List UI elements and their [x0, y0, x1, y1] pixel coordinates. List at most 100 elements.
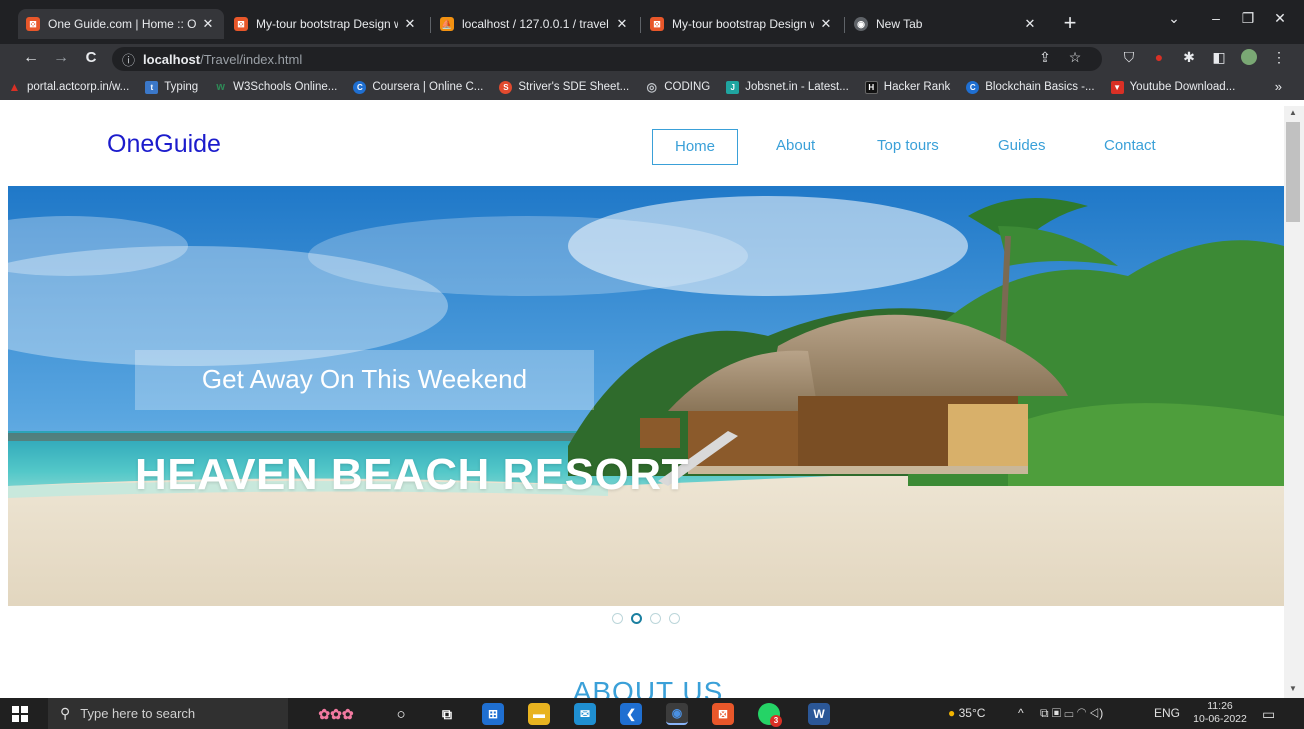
- site-info-icon[interactable]: ⓘ: [122, 50, 135, 69]
- chrome-taskbar-icon[interactable]: ◉: [666, 703, 688, 725]
- bookmark-jobsnet[interactable]: J Jobsnet.in - Latest...: [726, 80, 849, 94]
- bookmark-typing[interactable]: t Typing: [145, 80, 198, 94]
- extensions-puzzle-icon[interactable]: ✱: [1178, 49, 1200, 66]
- task-view-icon[interactable]: ⧉: [436, 703, 458, 725]
- address-bar[interactable]: ⓘ localhost /Travel/index.html: [112, 47, 1102, 71]
- microsoft-store-icon[interactable]: ⊞: [482, 703, 504, 725]
- tab-close-icon[interactable]: ✕: [200, 16, 216, 32]
- mytour-favicon-icon: ⊠: [234, 17, 248, 31]
- page-viewport: OneGuide Home About Top tours Guides Con…: [0, 106, 1284, 698]
- maximize-button[interactable]: ❐: [1234, 10, 1262, 27]
- mail-icon[interactable]: ✉: [574, 703, 596, 725]
- tab-search-icon[interactable]: ⌄: [1160, 10, 1188, 27]
- actcorp-icon: ▲: [8, 80, 21, 94]
- tab-oneguide[interactable]: ⊠ One Guide.com | Home :: On ✕: [18, 9, 224, 39]
- hackerrank-icon: H: [864, 80, 878, 94]
- oneguide-favicon-icon: ⊠: [26, 17, 40, 31]
- nav-about[interactable]: About: [776, 129, 815, 165]
- bookmark-striver[interactable]: S Striver's SDE Sheet...: [499, 80, 630, 94]
- extension-red-icon[interactable]: ●: [1148, 49, 1170, 65]
- tab-separator: [430, 17, 431, 33]
- nav-home[interactable]: Home: [652, 129, 739, 165]
- globe-icon: ◎: [646, 80, 657, 94]
- nav-top-tours[interactable]: Top tours: [877, 129, 939, 165]
- forward-button[interactable]: →: [50, 49, 72, 67]
- bookmarks-overflow-button[interactable]: »: [1275, 79, 1282, 94]
- carousel-dot-2[interactable]: [631, 613, 642, 624]
- tab-title: New Tab: [876, 17, 923, 31]
- bookmark-hackerrank[interactable]: H Hacker Rank: [864, 80, 951, 94]
- notifications-icon[interactable]: ▭: [1262, 706, 1275, 723]
- file-explorer-icon[interactable]: ▬: [528, 703, 550, 725]
- input-language[interactable]: ENG: [1154, 706, 1180, 720]
- tab-new-tab[interactable]: ◉ New Tab ✕: [846, 9, 1046, 39]
- word-icon[interactable]: W: [808, 703, 830, 725]
- bookmark-coursera[interactable]: C Coursera | Online C...: [353, 80, 484, 94]
- profile-avatar[interactable]: [1238, 49, 1260, 68]
- url-host: localhost: [143, 51, 201, 67]
- whatsapp-badge: 3: [770, 715, 782, 727]
- carousel-dot-4[interactable]: [669, 613, 680, 624]
- bookmark-label: portal.actcorp.in/w...: [27, 81, 130, 93]
- scroll-down-arrow-icon[interactable]: ▼: [1289, 684, 1297, 693]
- nav-contact[interactable]: Contact: [1104, 129, 1156, 165]
- bookmark-blockchain[interactable]: C Blockchain Basics -...: [966, 80, 1095, 94]
- browser-toolbar: ← → C ⓘ localhost /Travel/index.html ⇪ ☆…: [0, 44, 1304, 74]
- bookmark-label: Coursera | Online C...: [372, 81, 484, 93]
- bookmark-label: Striver's SDE Sheet...: [518, 81, 630, 93]
- tab-title: My-tour bootstrap Design w: [256, 17, 398, 31]
- side-panel-icon[interactable]: ◧: [1208, 49, 1230, 66]
- close-window-button[interactable]: ✕: [1266, 10, 1294, 27]
- hero-carousel[interactable]: Get Away On This Weekend HEAVEN BEACH RE…: [8, 186, 1284, 606]
- tray-overflow-icon[interactable]: ^: [1018, 706, 1024, 720]
- scrollbar-thumb[interactable]: [1286, 122, 1300, 222]
- bookmark-label: Youtube Download...: [1129, 81, 1236, 93]
- share-icon[interactable]: ⇪: [1034, 49, 1056, 66]
- back-button[interactable]: ←: [20, 49, 42, 67]
- xampp-icon[interactable]: ⊠: [712, 703, 734, 725]
- tab-phpmyadmin[interactable]: ⛵ localhost / 127.0.0.1 / travel / ✕: [432, 9, 638, 39]
- w3schools-icon: w: [216, 81, 225, 93]
- scroll-up-arrow-icon[interactable]: ▲: [1289, 108, 1297, 117]
- weather-widget[interactable]: ● 35°C: [948, 706, 985, 720]
- bookmark-w3schools[interactable]: w W3Schools Online...: [214, 81, 337, 94]
- tab-close-icon[interactable]: ✕: [614, 16, 630, 32]
- bookmark-label: Hacker Rank: [883, 81, 951, 93]
- vscode-icon[interactable]: ❮: [620, 703, 642, 725]
- windows-start-icon[interactable]: [12, 706, 28, 722]
- tab-my-tour-1[interactable]: ⊠ My-tour bootstrap Design w ✕: [226, 9, 426, 39]
- taskbar-clock[interactable]: 11:26 10-06-2022: [1190, 700, 1250, 726]
- bookmark-star-icon[interactable]: ☆: [1064, 49, 1086, 66]
- page-scrollbar[interactable]: ▲ ▼: [1284, 106, 1304, 698]
- tab-my-tour-2[interactable]: ⊠ My-tour bootstrap Design w ✕: [642, 9, 842, 39]
- nav-guides[interactable]: Guides: [998, 129, 1046, 165]
- tab-title: localhost / 127.0.0.1 / travel /: [462, 17, 610, 31]
- extension-shield-icon[interactable]: ⛉: [1118, 49, 1140, 66]
- carousel-dot-3[interactable]: [650, 613, 661, 624]
- browser-menu-icon[interactable]: ⋮: [1268, 49, 1290, 66]
- new-tab-button[interactable]: +: [1058, 12, 1082, 36]
- tab-separator: [844, 17, 845, 33]
- carousel-dot-1[interactable]: [612, 613, 623, 624]
- tab-close-icon[interactable]: ✕: [402, 16, 418, 32]
- phpmyadmin-favicon-icon: ⛵: [440, 17, 454, 31]
- tab-close-icon[interactable]: ✕: [1022, 16, 1038, 32]
- site-brand-logo[interactable]: OneGuide: [107, 130, 221, 159]
- bookmark-coding[interactable]: ◎ CODING: [645, 80, 710, 94]
- bookmark-actcorp[interactable]: ▲ portal.actcorp.in/w...: [8, 80, 130, 94]
- site-navbar: OneGuide Home About Top tours Guides Con…: [0, 106, 1284, 186]
- cortana-icon[interactable]: ○: [390, 703, 412, 725]
- tab-separator: [640, 17, 641, 33]
- minimize-button[interactable]: –: [1202, 10, 1230, 26]
- whatsapp-icon[interactable]: 3: [758, 703, 782, 727]
- reload-button[interactable]: C: [80, 49, 102, 66]
- bookmark-youtube-downloader[interactable]: ▼ Youtube Download...: [1110, 80, 1236, 94]
- hero-title: HEAVEN BEACH RESORT: [135, 450, 689, 499]
- taskbar-search-box[interactable]: ⚲ Type here to search: [48, 698, 288, 729]
- download-icon: ▼: [1110, 80, 1124, 94]
- search-highlight-flowers-icon[interactable]: ✿✿✿: [306, 703, 366, 725]
- carousel-indicators: [612, 613, 680, 624]
- tray-app-icons[interactable]: ⧉ ▣ ▭ ◠ ◁): [1040, 706, 1103, 721]
- bookmark-label: Blockchain Basics -...: [985, 81, 1095, 93]
- tab-close-icon[interactable]: ✕: [818, 16, 834, 32]
